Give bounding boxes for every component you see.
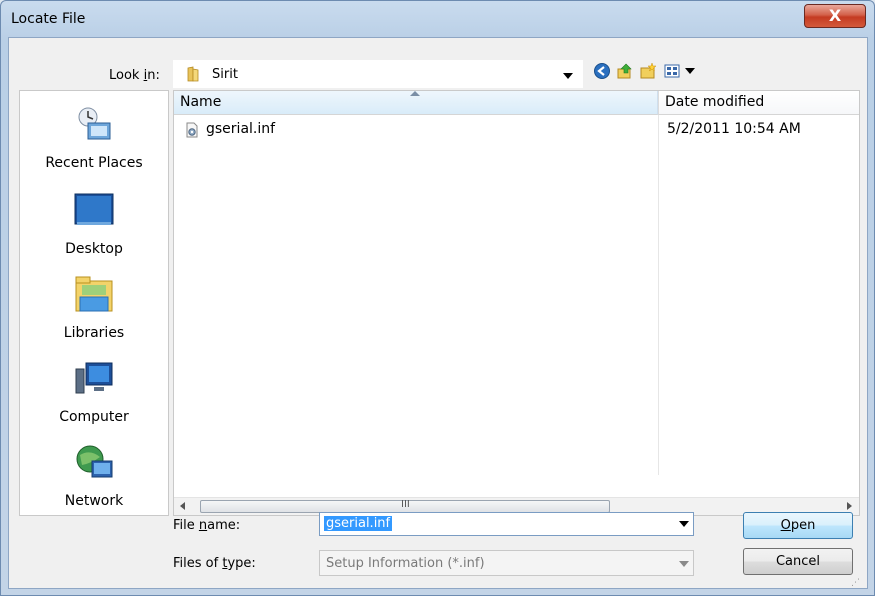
file-list[interactable]: Name Date modified gserial.inf 5/2/2011 … [173, 90, 860, 516]
scroll-left-icon[interactable] [180, 502, 185, 510]
dialog-client-area: Look in: Sirit Recent Places Desktop Lib… [8, 37, 868, 589]
close-button[interactable]: X [804, 4, 866, 28]
close-icon: X [828, 6, 842, 25]
look-in-dropdown[interactable]: Sirit [173, 60, 583, 88]
back-icon[interactable] [593, 62, 611, 80]
setup-file-icon [186, 122, 198, 138]
column-header-name[interactable]: Name [174, 91, 658, 115]
computer-icon [75, 362, 113, 394]
views-menu-icon[interactable] [664, 62, 682, 80]
resize-grip-icon[interactable]: ⋰ [851, 578, 860, 588]
place-libraries[interactable]: Libraries [20, 275, 168, 347]
title-bar[interactable]: Locate File X [1, 1, 874, 37]
chevron-down-icon [563, 73, 573, 79]
new-folder-icon[interactable] [639, 62, 657, 80]
cancel-button[interactable]: Cancel [743, 548, 853, 575]
up-folder-icon[interactable] [616, 62, 634, 80]
desktop-icon [74, 193, 114, 225]
column-divider [658, 115, 659, 475]
place-desktop[interactable]: Desktop [20, 191, 168, 263]
place-computer[interactable]: Computer [20, 359, 168, 431]
place-label: Desktop [65, 241, 123, 257]
locate-file-dialog: Locate File X Look in: Sirit Recent Plac… [0, 0, 875, 596]
places-bar: Recent Places Desktop Libraries Computer… [19, 90, 169, 516]
place-label: Libraries [63, 325, 125, 341]
recent-places-icon [78, 107, 111, 140]
file-name-label: File name: [173, 518, 241, 533]
file-name-combobox[interactable]: gserial.inf [319, 512, 694, 536]
column-header-date-modified[interactable]: Date modified [658, 91, 859, 115]
libraries-icon [75, 276, 113, 312]
chevron-down-icon [679, 561, 689, 567]
scroll-right-icon[interactable] [847, 502, 852, 510]
file-name-input[interactable]: gserial.inf [324, 516, 393, 531]
file-type-value: Setup Information (*.inf) [326, 556, 485, 571]
file-row[interactable]: gserial.inf 5/2/2011 10:54 AM [174, 119, 859, 141]
open-button[interactable]: Open [743, 512, 853, 539]
files-of-type-dropdown[interactable]: Setup Information (*.inf) [319, 550, 694, 576]
place-label: Network [64, 493, 124, 509]
sort-ascending-icon [410, 91, 420, 96]
place-label: Recent Places [45, 155, 143, 171]
chevron-down-icon[interactable] [679, 521, 689, 527]
folder-icon [187, 66, 199, 82]
grip-icon: III [401, 499, 410, 510]
network-icon [76, 445, 113, 478]
views-chevron-down-icon[interactable] [685, 68, 695, 74]
dialog-title: Locate File [11, 11, 86, 27]
files-of-type-label: Files of type: [173, 556, 256, 571]
look-in-label: Look in: [109, 68, 160, 83]
file-date-modified: 5/2/2011 10:54 AM [667, 121, 801, 137]
place-network[interactable]: Network [20, 443, 168, 515]
look-in-value: Sirit [212, 67, 238, 82]
place-recent-places[interactable]: Recent Places [20, 105, 168, 177]
file-name: gserial.inf [206, 121, 276, 137]
place-label: Computer [59, 409, 129, 425]
